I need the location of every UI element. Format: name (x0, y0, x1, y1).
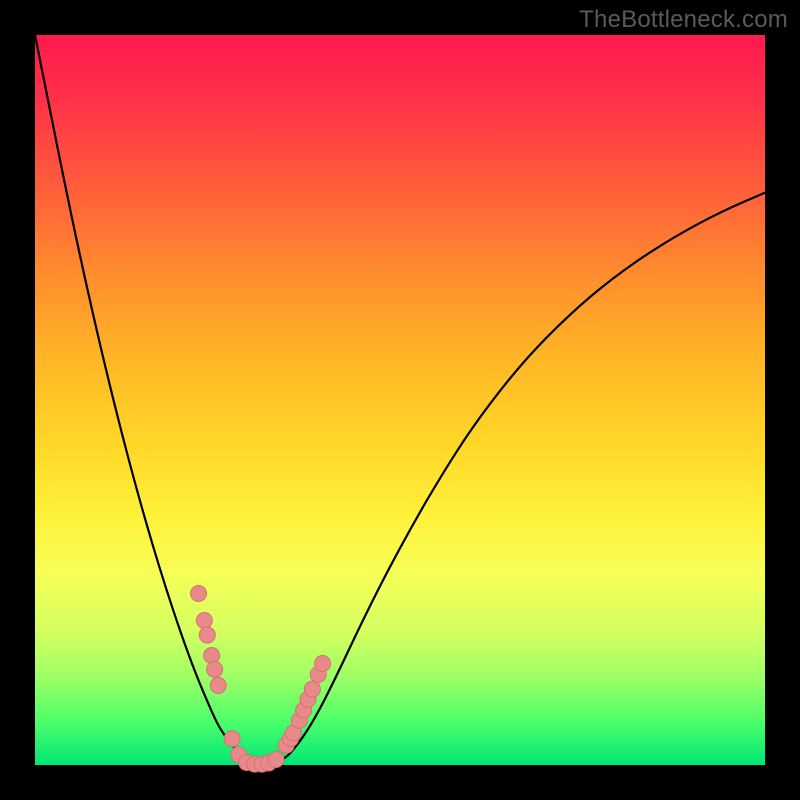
data-marker (191, 585, 207, 601)
bottleneck-curve (35, 35, 765, 764)
chart-frame: TheBottleneck.com (0, 0, 800, 800)
data-marker (268, 752, 284, 768)
data-marker (315, 656, 331, 672)
data-markers (191, 585, 331, 772)
data-marker (304, 681, 320, 697)
data-marker (207, 661, 223, 677)
data-marker (210, 677, 226, 693)
chart-svg (35, 35, 765, 765)
data-marker (199, 627, 215, 643)
data-marker (204, 648, 220, 664)
data-marker (196, 612, 212, 628)
plot-area (35, 35, 765, 765)
data-marker (224, 731, 240, 747)
watermark-text: TheBottleneck.com (579, 6, 788, 34)
